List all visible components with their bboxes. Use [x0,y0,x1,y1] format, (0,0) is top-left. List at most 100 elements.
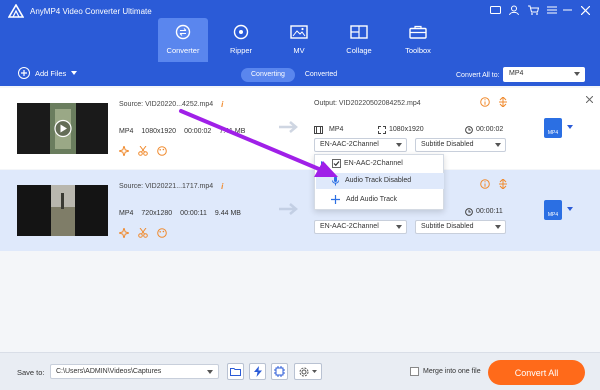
resize-icon [378,126,386,134]
output-actions [480,97,516,107]
source-meta: MP4 1080x1920 00:00:02 7.41 MB [119,128,253,135]
info-circle-icon[interactable] [480,97,490,107]
collage-icon [350,24,368,40]
tab-ripper[interactable]: Ripper [216,18,266,62]
file-row: Source: VID20220...4252.mp4 i MP4 1080x1… [0,88,600,169]
minimize-icon[interactable] [560,3,574,17]
output-resolution: 1080x1920 [389,126,424,133]
convert-all-format-select[interactable]: MP4 [503,67,585,82]
menu-icon[interactable] [545,3,559,17]
source-format: MP4 [119,210,134,217]
hardware-accel-button[interactable] [249,363,266,380]
app-window: AnyMP4 Video Converter Ultimate Converte… [0,0,600,390]
bottom-bar: Save to: C:\Users\ADMIN\Videos\Captures … [0,352,600,390]
close-icon[interactable] [578,3,592,17]
source-meta: MP4 720x1280 00:00:11 9.44 MB [119,210,249,217]
title-bar: AnyMP4 Video Converter Ultimate Converte… [0,0,600,62]
lightning-icon [253,366,262,377]
subtitle-value: Subtitle Disabled [421,223,474,230]
info-circle-icon[interactable] [480,179,490,189]
reorder-icon[interactable] [498,179,508,189]
tab-collage[interactable]: Collage [334,18,384,62]
play-indicator-icon [321,161,326,167]
account-icon[interactable] [507,3,521,17]
info-icon[interactable]: i [221,182,223,191]
output-format-badge[interactable]: MP4 [544,118,562,138]
info-icon[interactable]: i [221,100,223,109]
arrow-right-icon [279,121,301,133]
palette-icon[interactable] [157,228,167,238]
tab-converting[interactable]: Converting [241,68,295,82]
subtitle-select[interactable]: Subtitle Disabled [415,138,506,152]
palette-icon[interactable] [157,146,167,156]
add-files-button[interactable]: Add Files [18,67,78,79]
audio-track-select[interactable]: EN-AAC-2Channel [314,138,407,152]
gear-icon [299,367,309,377]
tab-converter[interactable]: Converter [158,18,208,62]
save-path-value: C:\Users\ADMIN\Videos\Captures [56,368,162,375]
tab-toolbox[interactable]: Toolbox [393,18,443,62]
caret-down-icon[interactable] [71,71,78,75]
edit-actions [119,146,176,156]
audio-track-value: EN-AAC-2Channel [320,223,379,230]
cut-icon[interactable] [138,228,148,238]
checkbox-checked[interactable] [332,159,341,168]
add-files-label: Add Files [35,68,67,78]
merge-checkbox[interactable] [410,367,419,376]
merge-label: Merge into one file [423,368,481,375]
toolbox-icon [409,24,427,40]
enhance-icon[interactable] [119,228,129,238]
badge-label: MP4 [547,130,559,136]
menu-item-label: Add Audio Track [346,196,397,203]
output-format-badge[interactable]: MP4 [544,200,562,220]
tab-mv[interactable]: MV [274,18,324,62]
convert-all-button[interactable]: Convert All [488,360,585,385]
arrow-right-icon [279,203,301,215]
reorder-icon[interactable] [498,97,508,107]
save-to-label: Save to: [17,368,45,377]
film-icon [314,126,323,134]
cart-icon[interactable] [526,3,540,17]
mv-icon [290,24,308,40]
chat-icon[interactable] [488,3,502,17]
app-logo-icon [8,4,24,18]
chevron-down-icon [495,143,501,147]
enhance-icon[interactable] [119,146,129,156]
microphone-icon [332,176,339,186]
cut-icon[interactable] [138,146,148,156]
caret-down-icon[interactable] [567,207,573,211]
save-path-select[interactable]: C:\Users\ADMIN\Videos\Captures [50,364,219,379]
source-duration: 00:00:11 [180,210,207,217]
subtitle-select[interactable]: Subtitle Disabled [415,220,506,234]
tab-converter-label: Converter [166,46,200,55]
output-duration: 00:00:02 [476,126,504,133]
source-size: 7.41 MB [219,128,246,135]
audio-track-select[interactable]: EN-AAC-2Channel [314,220,407,234]
open-folder-button[interactable] [227,363,244,380]
caret-down-icon [312,370,317,373]
menu-item-label: EN-AAC-2Channel [344,160,403,167]
tab-mv-label: MV [293,46,305,55]
chevron-down-icon [574,72,580,76]
source-format: MP4 [119,128,134,135]
plus-icon [331,195,340,204]
remove-file-icon[interactable] [586,96,593,103]
gpu-accel-button[interactable] [271,363,288,380]
audio-track-menu: EN-AAC-2Channel Audio Track Disabled Add… [314,154,444,210]
settings-button[interactable] [294,363,322,380]
tab-toolbox-label: Toolbox [405,46,431,55]
folder-icon [230,367,241,376]
video-thumbnail[interactable] [17,185,108,236]
file-row: Source: VID20221...1717.mp4 i MP4 720x12… [0,170,600,251]
caret-down-icon[interactable] [567,125,573,129]
menu-item-en-aac[interactable]: EN-AAC-2Channel [315,156,443,172]
chip-icon [274,366,285,377]
tab-converted[interactable]: Converted [295,68,347,82]
source-label: Source: VID20220...4252.mp4 [119,101,214,108]
source-label: Source: VID20221...1717.mp4 [119,183,214,190]
output-actions [480,179,516,189]
menu-item-add-audio[interactable]: Add Audio Track [315,192,443,208]
video-thumbnail[interactable] [17,103,108,154]
menu-item-audio-disabled[interactable]: Audio Track Disabled [316,173,444,189]
chevron-down-icon [396,225,402,229]
